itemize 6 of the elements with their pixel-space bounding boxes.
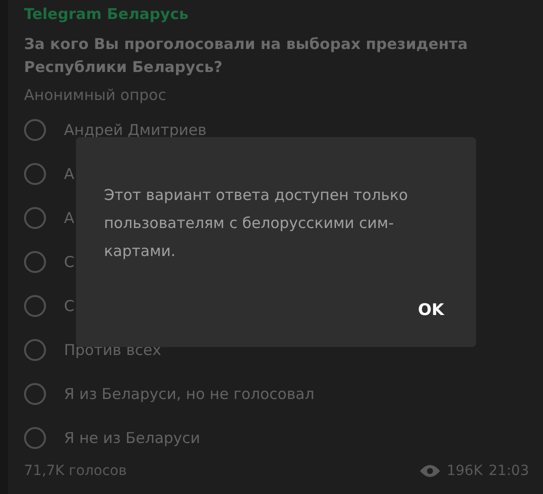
poll-type: Анонимный опрос (24, 85, 168, 106)
view-count: 196K (446, 462, 483, 480)
dialog-message: Этот вариант ответа доступен только пользователям с белорусскими сим-картами. (104, 185, 409, 262)
poll-question: За кого Вы проголосовали на выборах президента Республики Беларусь? (24, 34, 469, 78)
message-time: 21:03 (488, 462, 529, 480)
vote-count: 71,7K голосов (24, 462, 127, 480)
